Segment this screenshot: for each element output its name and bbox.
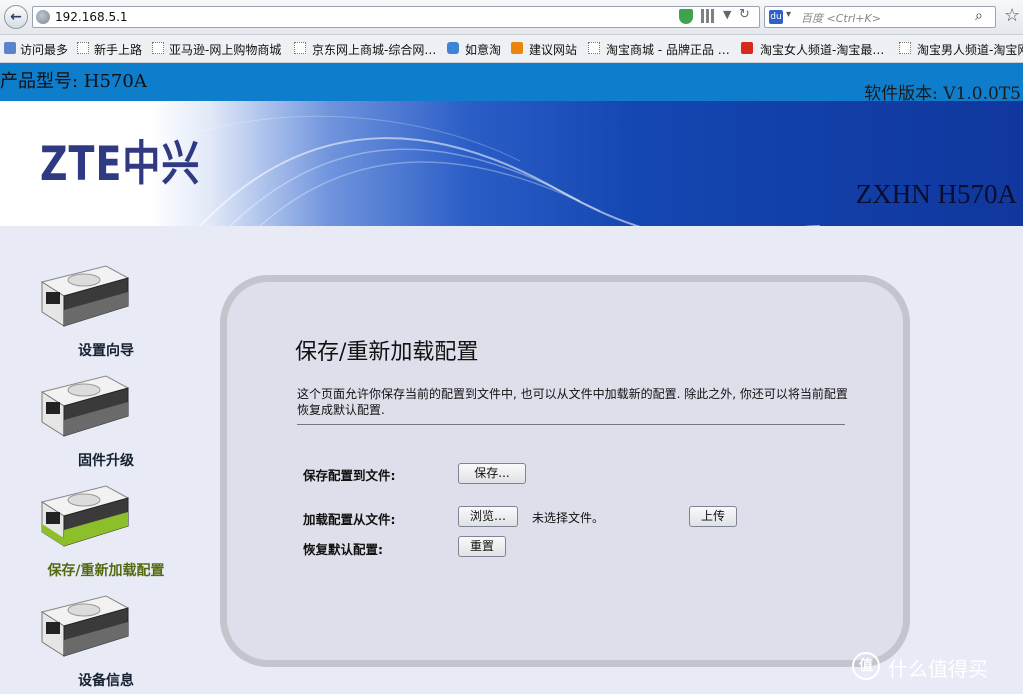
- upload-button[interactable]: 上传: [689, 506, 737, 527]
- bookmark-item[interactable]: 淘宝女人频道-淘宝最…: [760, 41, 884, 58]
- no-file-selected-text: 未选择文件。: [532, 511, 605, 525]
- baidu-paw-icon[interactable]: du: [769, 10, 783, 24]
- config-panel: 保存/重新加载配置 这个页面允许你保存当前的配置到文件中, 也可以从文件中加载新…: [220, 275, 910, 667]
- taobao-icon: [741, 42, 753, 54]
- bookmark-item[interactable]: 新手上路: [94, 41, 142, 58]
- sidebar-item-firmware-upgrade[interactable]: 固件升级: [0, 356, 212, 469]
- watermark-logo-icon: 值: [852, 652, 880, 680]
- page-icon: [294, 42, 306, 54]
- product-model-label: 产品型号: H570A: [0, 71, 147, 92]
- search-engine-dropdown-icon[interactable]: ▾: [786, 9, 791, 20]
- sidebar-item-label: 设备信息: [78, 673, 134, 689]
- model-banner-text: ZXHN H570A: [855, 179, 1017, 209]
- back-arrow-icon[interactable]: ←: [4, 5, 28, 29]
- bookmark-item[interactable]: 如意淘: [465, 41, 501, 58]
- globe-icon: [36, 10, 50, 24]
- bookmark-star-icon[interactable]: ☆: [1004, 5, 1020, 26]
- bookmark-item[interactable]: 京东网上商城-综合网…: [312, 41, 436, 58]
- router-device-icon: [40, 375, 130, 437]
- shield-icon[interactable]: [679, 9, 693, 24]
- magnifier-icon[interactable]: ⌕: [975, 8, 983, 24]
- load-config-label: 加载配置从文件:: [303, 512, 396, 527]
- page-icon: [77, 42, 89, 54]
- divider: [297, 424, 845, 425]
- search-input[interactable]: 百度 <Ctrl+K>: [801, 10, 881, 26]
- watermark-text: 什么值得买: [888, 657, 988, 681]
- search-bar[interactable]: du ▾ 百度 <Ctrl+K> ⌕: [764, 6, 996, 28]
- bookmarks-bar: 访问最多 新手上路 亚马逊-网上购物商城 京东网上商城-综合网… 如意淘 建议网…: [0, 35, 1023, 63]
- page-icon: [588, 42, 600, 54]
- page-title: 保存/重新加载配置: [295, 340, 479, 365]
- ruyitao-icon: [447, 42, 459, 54]
- save-button[interactable]: 保存...: [458, 463, 526, 484]
- page-icon: [152, 42, 164, 54]
- reset-button[interactable]: 重置: [458, 536, 506, 557]
- suggested-sites-icon: [511, 42, 523, 54]
- bookmark-item[interactable]: 淘宝商城 - 品牌正品 …: [606, 41, 730, 58]
- most-visited-icon: [4, 42, 16, 54]
- bookmark-item[interactable]: 淘宝男人频道-淘宝网: [917, 41, 1023, 58]
- browse-button[interactable]: 浏览…: [458, 506, 518, 527]
- page-description: 这个页面允许你保存当前的配置到文件中, 也可以从文件中加载新的配置. 除此之外,…: [297, 387, 848, 417]
- sidebar-item-device-info[interactable]: 设备信息: [0, 576, 212, 689]
- bookmark-item[interactable]: 建议网站: [529, 41, 577, 58]
- dropdown-arrow-icon[interactable]: ▼: [723, 8, 731, 21]
- router-device-active-icon: [40, 485, 130, 547]
- bookmark-item[interactable]: 访问最多: [20, 41, 68, 58]
- restore-default-label: 恢复默认配置:: [303, 542, 383, 557]
- router-device-icon: [40, 265, 130, 327]
- zte-banner: ZTE中兴 ZXHN H570A: [0, 101, 1023, 226]
- sidebar-item-save-reload-config[interactable]: 保存/重新加载配置: [0, 466, 212, 579]
- zte-logo: ZTE中兴: [40, 136, 201, 192]
- sidebar-item-setup-wizard[interactable]: 设置向导: [0, 246, 212, 359]
- qr-code-icon[interactable]: [701, 9, 715, 23]
- browser-toolbar: ← 192.168.5.1 ▼ ↻ du ▾ 百度 <Ctrl+K> ⌕ ☆: [0, 0, 1023, 35]
- reload-icon[interactable]: ↻: [739, 7, 750, 22]
- address-bar[interactable]: 192.168.5.1 ▼ ↻: [32, 6, 760, 28]
- bookmark-item[interactable]: 亚马逊-网上购物商城: [169, 41, 281, 58]
- router-device-icon: [40, 595, 130, 657]
- page-icon: [899, 42, 911, 54]
- router-header-bar: 产品型号: H570A 软件版本: V1.0.0T5: [0, 63, 1023, 104]
- url-text[interactable]: 192.168.5.1: [55, 10, 128, 24]
- save-config-label: 保存配置到文件:: [303, 468, 396, 483]
